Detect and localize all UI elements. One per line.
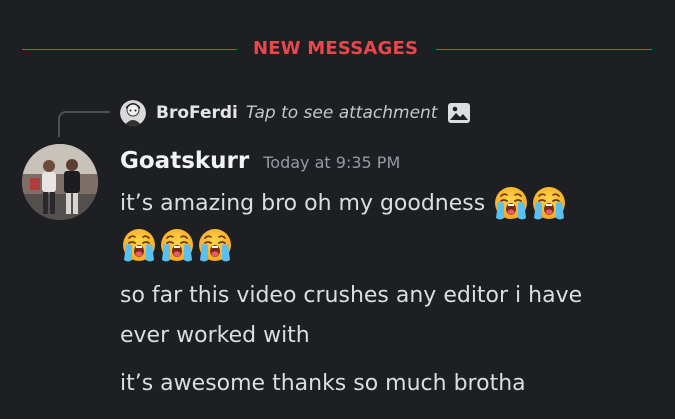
author-username[interactable]: Goatskurr — [120, 148, 249, 174]
image-icon — [447, 101, 471, 125]
reply-author-name[interactable]: BroFerdi — [156, 103, 238, 123]
message-text-1: it’s amazing bro oh my goodness — [120, 191, 486, 216]
reply-spine — [58, 111, 110, 137]
loudly-crying-face-icon[interactable] — [492, 185, 530, 223]
loudly-crying-face-icon[interactable] — [530, 185, 568, 223]
divider-line-left — [22, 49, 237, 50]
message-header: Goatskurr Today at 9:35 PM — [120, 148, 400, 180]
message-line-2: so far this video crushes any editor i h… — [120, 283, 583, 308]
author-avatar[interactable] — [22, 144, 98, 220]
loudly-crying-face-icon[interactable] — [158, 227, 196, 265]
emoji-group-2 — [120, 227, 234, 265]
message-line-4: it’s awesome thanks so much brotha — [120, 371, 526, 396]
divider-line-right — [436, 49, 652, 50]
reply-preview-text[interactable]: Tap to see attachment — [246, 103, 438, 123]
message-line-1: it’s amazing bro oh my goodness — [120, 184, 568, 224]
emoji-group-1 — [492, 185, 568, 223]
new-messages-label: NEW MESSAGES — [253, 38, 419, 59]
new-messages-divider: NEW MESSAGES — [22, 38, 652, 60]
message-line-emoji — [120, 226, 234, 266]
message-line-3: ever worked with — [120, 323, 310, 348]
reply-reference[interactable]: BroFerdi Tap to see attachment — [120, 99, 471, 127]
loudly-crying-face-icon[interactable] — [120, 227, 158, 265]
loudly-crying-face-icon[interactable] — [196, 227, 234, 265]
reply-author-avatar[interactable] — [120, 100, 146, 126]
message-timestamp[interactable]: Today at 9:35 PM — [263, 153, 400, 172]
